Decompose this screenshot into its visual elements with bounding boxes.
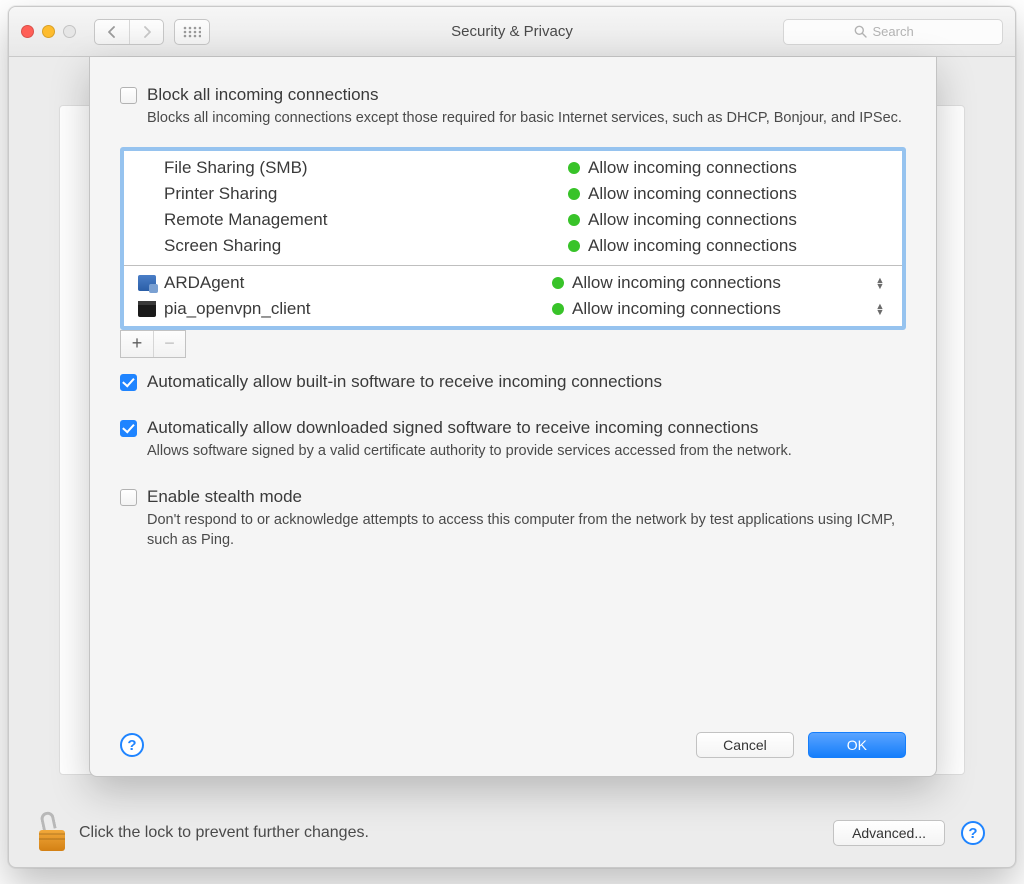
lock-icon[interactable] [37,815,65,851]
status-text: Allow incoming connections [588,210,888,230]
sheet-footer: ? Cancel OK [120,732,906,758]
block-all-checkbox[interactable] [120,87,137,104]
cancel-button[interactable]: Cancel [696,732,794,758]
service-name: Remote Management [164,210,568,230]
allow-signed-option: Automatically allow downloaded signed so… [120,418,906,462]
status-dot-icon [568,214,580,226]
forward-button[interactable] [129,20,163,44]
app-name: pia_openvpn_client [164,299,552,319]
allow-signed-label: Automatically allow downloaded signed so… [147,418,906,438]
status-text: Allow incoming connections [572,299,872,319]
close-icon[interactable] [21,25,34,38]
status-text: Allow incoming connections [572,273,872,293]
firewall-app-list[interactable]: File Sharing (SMB) Allow incoming connec… [120,147,906,330]
status-dot-icon [568,188,580,200]
maximize-icon [63,25,76,38]
back-button[interactable] [95,20,129,44]
status-dot-icon [552,303,564,315]
status-dot-icon [568,162,580,174]
status-text: Allow incoming connections [588,236,888,256]
service-row[interactable]: Screen Sharing Allow incoming connection… [124,233,902,259]
service-row[interactable]: File Sharing (SMB) Allow incoming connec… [124,155,902,181]
add-button[interactable]: + [121,331,153,357]
app-icon [138,301,156,317]
allow-signed-checkbox[interactable] [120,420,137,437]
block-all-option: Block all incoming connections Blocks al… [120,85,906,129]
block-all-description: Blocks all incoming connections except t… [147,109,906,129]
status-popup-stepper[interactable]: ▲ ▼ [872,277,888,289]
app-row[interactable]: ARDAgent Allow incoming connections ▲ ▼ [124,270,902,296]
stealth-label: Enable stealth mode [147,487,906,507]
status-dot-icon [552,277,564,289]
allow-builtin-checkbox[interactable] [120,374,137,391]
app-icon [138,275,156,291]
remove-button[interactable]: − [153,331,185,357]
help-button[interactable]: ? [120,733,144,757]
minimize-icon[interactable] [42,25,55,38]
stealth-description: Don't respond to or acknowledge attempts… [147,511,906,550]
traffic-lights [21,25,76,38]
show-all-segment [174,19,210,45]
search-icon [854,25,867,38]
allow-builtin-label: Automatically allow built-in software to… [147,372,906,392]
titlebar: Security & Privacy [9,7,1015,57]
search-field[interactable] [783,19,1003,45]
window-bottombar: Click the lock to prevent further change… [9,799,1015,867]
app-row[interactable]: pia_openvpn_client Allow incoming connec… [124,296,902,322]
service-name: Screen Sharing [164,236,568,256]
show-all-button[interactable] [175,20,209,44]
block-all-label: Block all incoming connections [147,85,906,105]
chevron-down-icon: ▼ [876,309,885,315]
service-row[interactable]: Printer Sharing Allow incoming connectio… [124,181,902,207]
ok-button[interactable]: OK [808,732,906,758]
service-name: File Sharing (SMB) [164,158,568,178]
lock-text: Click the lock to prevent further change… [79,824,369,842]
add-remove-segment: + − [120,330,186,358]
chevron-down-icon: ▼ [876,283,885,289]
status-text: Allow incoming connections [588,184,888,204]
allow-signed-description: Allows software signed by a valid certif… [147,442,906,462]
preferences-window: Security & Privacy Block all incoming co… [8,6,1016,868]
advanced-button[interactable]: Advanced... [833,820,945,846]
status-dot-icon [568,240,580,252]
search-input[interactable] [873,24,933,39]
firewall-options-sheet: Block all incoming connections Blocks al… [89,57,937,777]
status-text: Allow incoming connections [588,158,888,178]
help-button[interactable]: ? [961,821,985,845]
service-row[interactable]: Remote Management Allow incoming connect… [124,207,902,233]
nav-back-forward [94,19,164,45]
status-popup-stepper[interactable]: ▲ ▼ [872,303,888,315]
service-name: Printer Sharing [164,184,568,204]
stealth-checkbox[interactable] [120,489,137,506]
list-divider [124,265,902,266]
stealth-option: Enable stealth mode Don't respond to or … [120,487,906,550]
allow-builtin-option: Automatically allow built-in software to… [120,372,906,392]
app-name: ARDAgent [164,273,552,293]
